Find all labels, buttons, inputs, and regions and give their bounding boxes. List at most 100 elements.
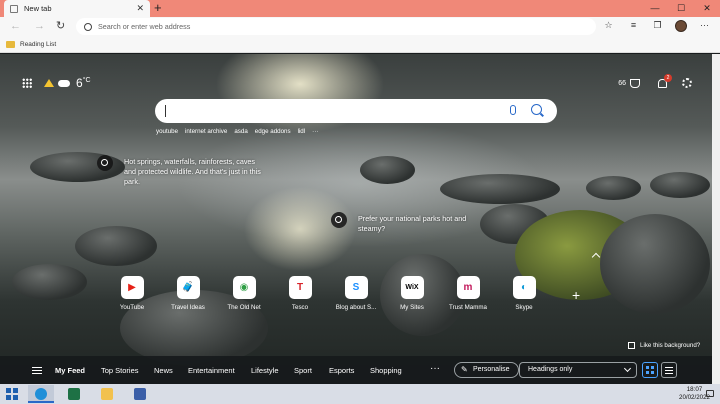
quick-link-label: The Old Net bbox=[227, 304, 261, 311]
minimize-button[interactable]: — bbox=[642, 0, 668, 17]
taskbar-media-icon bbox=[134, 388, 146, 400]
taskbar-edge-icon bbox=[35, 388, 47, 400]
layout-select[interactable]: Headings only bbox=[519, 362, 637, 378]
temperature: 6°C bbox=[76, 76, 91, 90]
personalise-button[interactable]: Personalise bbox=[454, 362, 519, 378]
feed-bar: My Feed Top Stories News Entertainment L… bbox=[0, 356, 720, 384]
collections-icon[interactable]: ❐ bbox=[652, 20, 663, 31]
globe-icon: ◉ bbox=[232, 276, 256, 299]
search-icon[interactable] bbox=[531, 104, 542, 115]
windows-taskbar: 18:07 20/02/2022 bbox=[0, 384, 720, 404]
new-tab-button[interactable]: + bbox=[154, 0, 162, 16]
tab-esports[interactable]: Esports bbox=[329, 366, 354, 375]
refresh-icon[interactable]: ↻ bbox=[56, 19, 65, 33]
suggestion-item[interactable]: edge addons bbox=[255, 128, 291, 135]
quick-link-label: My Sites bbox=[400, 304, 424, 311]
quick-link-tile[interactable]: S Blog about S... bbox=[326, 276, 386, 311]
list-view-icon[interactable] bbox=[661, 362, 677, 378]
quick-link-tile[interactable]: ◐ Skype bbox=[494, 276, 554, 311]
quick-link-tile[interactable]: T Tesco bbox=[270, 276, 330, 311]
quick-link-tile[interactable]: WiX My Sites bbox=[382, 276, 442, 311]
scenery-rock bbox=[440, 174, 560, 204]
tab-title: New tab bbox=[24, 4, 52, 13]
layout-select-value: Headings only bbox=[528, 366, 573, 373]
quick-link-label: Blog about S... bbox=[335, 304, 377, 311]
hamburger-menu-icon[interactable] bbox=[32, 367, 42, 374]
settings-gear-icon[interactable] bbox=[682, 78, 692, 88]
address-bar[interactable]: Search or enter web address bbox=[76, 18, 596, 35]
fact-search-icon[interactable] bbox=[331, 212, 347, 228]
quick-link-tile[interactable]: m Trust Mamma bbox=[438, 276, 498, 311]
notification-badge: 2 bbox=[664, 73, 672, 82]
suggestion-item[interactable]: youtube bbox=[156, 128, 178, 135]
taskbar-explorer[interactable] bbox=[94, 385, 120, 403]
like-background-link[interactable]: Like this background? bbox=[628, 342, 700, 349]
action-center-icon[interactable] bbox=[706, 390, 714, 397]
scenery-rock bbox=[75, 226, 157, 266]
background-fact[interactable]: Hot springs, waterfalls, rainforests, ca… bbox=[124, 157, 264, 187]
rewards-trophy-icon[interactable] bbox=[630, 78, 640, 88]
quick-link-tile[interactable]: ◉ The Old Net bbox=[214, 276, 274, 311]
favorite-star-icon[interactable]: ☆ bbox=[603, 20, 614, 31]
fact-search-icon[interactable] bbox=[97, 155, 113, 171]
suggestion-item[interactable]: asda bbox=[234, 128, 247, 135]
suggestion-item[interactable]: lidl bbox=[298, 128, 306, 135]
tab-my-feed[interactable]: My Feed bbox=[55, 366, 85, 375]
background-fact[interactable]: Prefer your national parks hot and steam… bbox=[358, 214, 483, 234]
search-suggestions: youtube internet archive asda edge addon… bbox=[156, 128, 318, 135]
suggestion-more-icon[interactable]: ··· bbox=[312, 128, 318, 135]
wix-icon: WiX bbox=[400, 276, 424, 299]
close-window-button[interactable]: ✕ bbox=[694, 0, 720, 17]
tab-top-stories[interactable]: Top Stories bbox=[101, 366, 139, 375]
top-right-controls: 66 2 bbox=[618, 73, 692, 88]
tab-lifestyle[interactable]: Lifestyle bbox=[251, 366, 279, 375]
like-background-label: Like this background? bbox=[640, 342, 701, 349]
search-icon bbox=[84, 22, 92, 31]
grid-view-icon[interactable] bbox=[642, 362, 658, 378]
weather-warning-icon bbox=[44, 79, 54, 87]
skype-icon: S bbox=[344, 276, 368, 299]
tab-news[interactable]: News bbox=[154, 366, 173, 375]
favorites-list-icon[interactable]: ≡ bbox=[628, 20, 639, 31]
folder-icon bbox=[6, 40, 15, 48]
tab-sport[interactable]: Sport bbox=[294, 366, 312, 375]
weather-widget[interactable]: 6°C bbox=[22, 76, 91, 90]
more-menu-icon[interactable]: ··· bbox=[699, 20, 710, 31]
web-search-input[interactable] bbox=[155, 99, 557, 123]
rewards-points[interactable]: 66 bbox=[618, 80, 626, 87]
youtube-icon: ▶ bbox=[120, 276, 144, 299]
browser-toolbar: ← → ↻ Search or enter web address ☆ ≡ ❐ … bbox=[0, 17, 720, 36]
scenery-rock bbox=[360, 156, 415, 184]
apps-grid-icon[interactable] bbox=[22, 78, 32, 88]
tab-new-tab[interactable]: New tab ✕ bbox=[4, 0, 150, 17]
notifications-bell-icon[interactable]: 2 bbox=[658, 73, 672, 88]
quick-link-label: Skype bbox=[515, 304, 533, 311]
maximize-button[interactable]: ☐ bbox=[668, 0, 694, 17]
profile-avatar[interactable] bbox=[675, 20, 687, 32]
forward-arrow-icon[interactable]: → bbox=[34, 19, 45, 33]
expand-icon bbox=[628, 342, 635, 349]
tab-entertainment[interactable]: Entertainment bbox=[188, 366, 235, 375]
suggestion-item[interactable]: internet archive bbox=[185, 128, 227, 135]
feed-more-icon[interactable]: ··· bbox=[430, 363, 440, 374]
scenery-rock bbox=[12, 264, 87, 300]
taskbar-edge[interactable] bbox=[28, 385, 54, 403]
microphone-icon[interactable] bbox=[510, 105, 516, 115]
scenery-rock bbox=[600, 214, 710, 314]
tab-close-icon[interactable]: ✕ bbox=[136, 3, 144, 14]
favorites-bar: Reading List bbox=[0, 36, 720, 53]
favorite-reading-list[interactable]: Reading List bbox=[20, 41, 56, 48]
start-windows-icon[interactable] bbox=[6, 388, 18, 400]
scrollbar[interactable] bbox=[712, 54, 720, 384]
taskbar-excel-icon bbox=[68, 388, 80, 400]
trustmamma-icon: m bbox=[456, 276, 480, 299]
add-site-button[interactable]: + bbox=[572, 288, 580, 302]
quick-link-tile[interactable]: ▶ YouTube bbox=[102, 276, 162, 311]
back-arrow-icon[interactable]: ← bbox=[10, 19, 21, 33]
tab-shopping[interactable]: Shopping bbox=[370, 366, 402, 375]
quick-link-label: Trust Mamma bbox=[449, 304, 487, 311]
quick-link-tile[interactable]: 🧳 Travel Ideas bbox=[158, 276, 218, 311]
taskbar-media[interactable] bbox=[127, 385, 153, 403]
tesco-icon: T bbox=[288, 276, 312, 299]
taskbar-excel[interactable] bbox=[61, 385, 87, 403]
